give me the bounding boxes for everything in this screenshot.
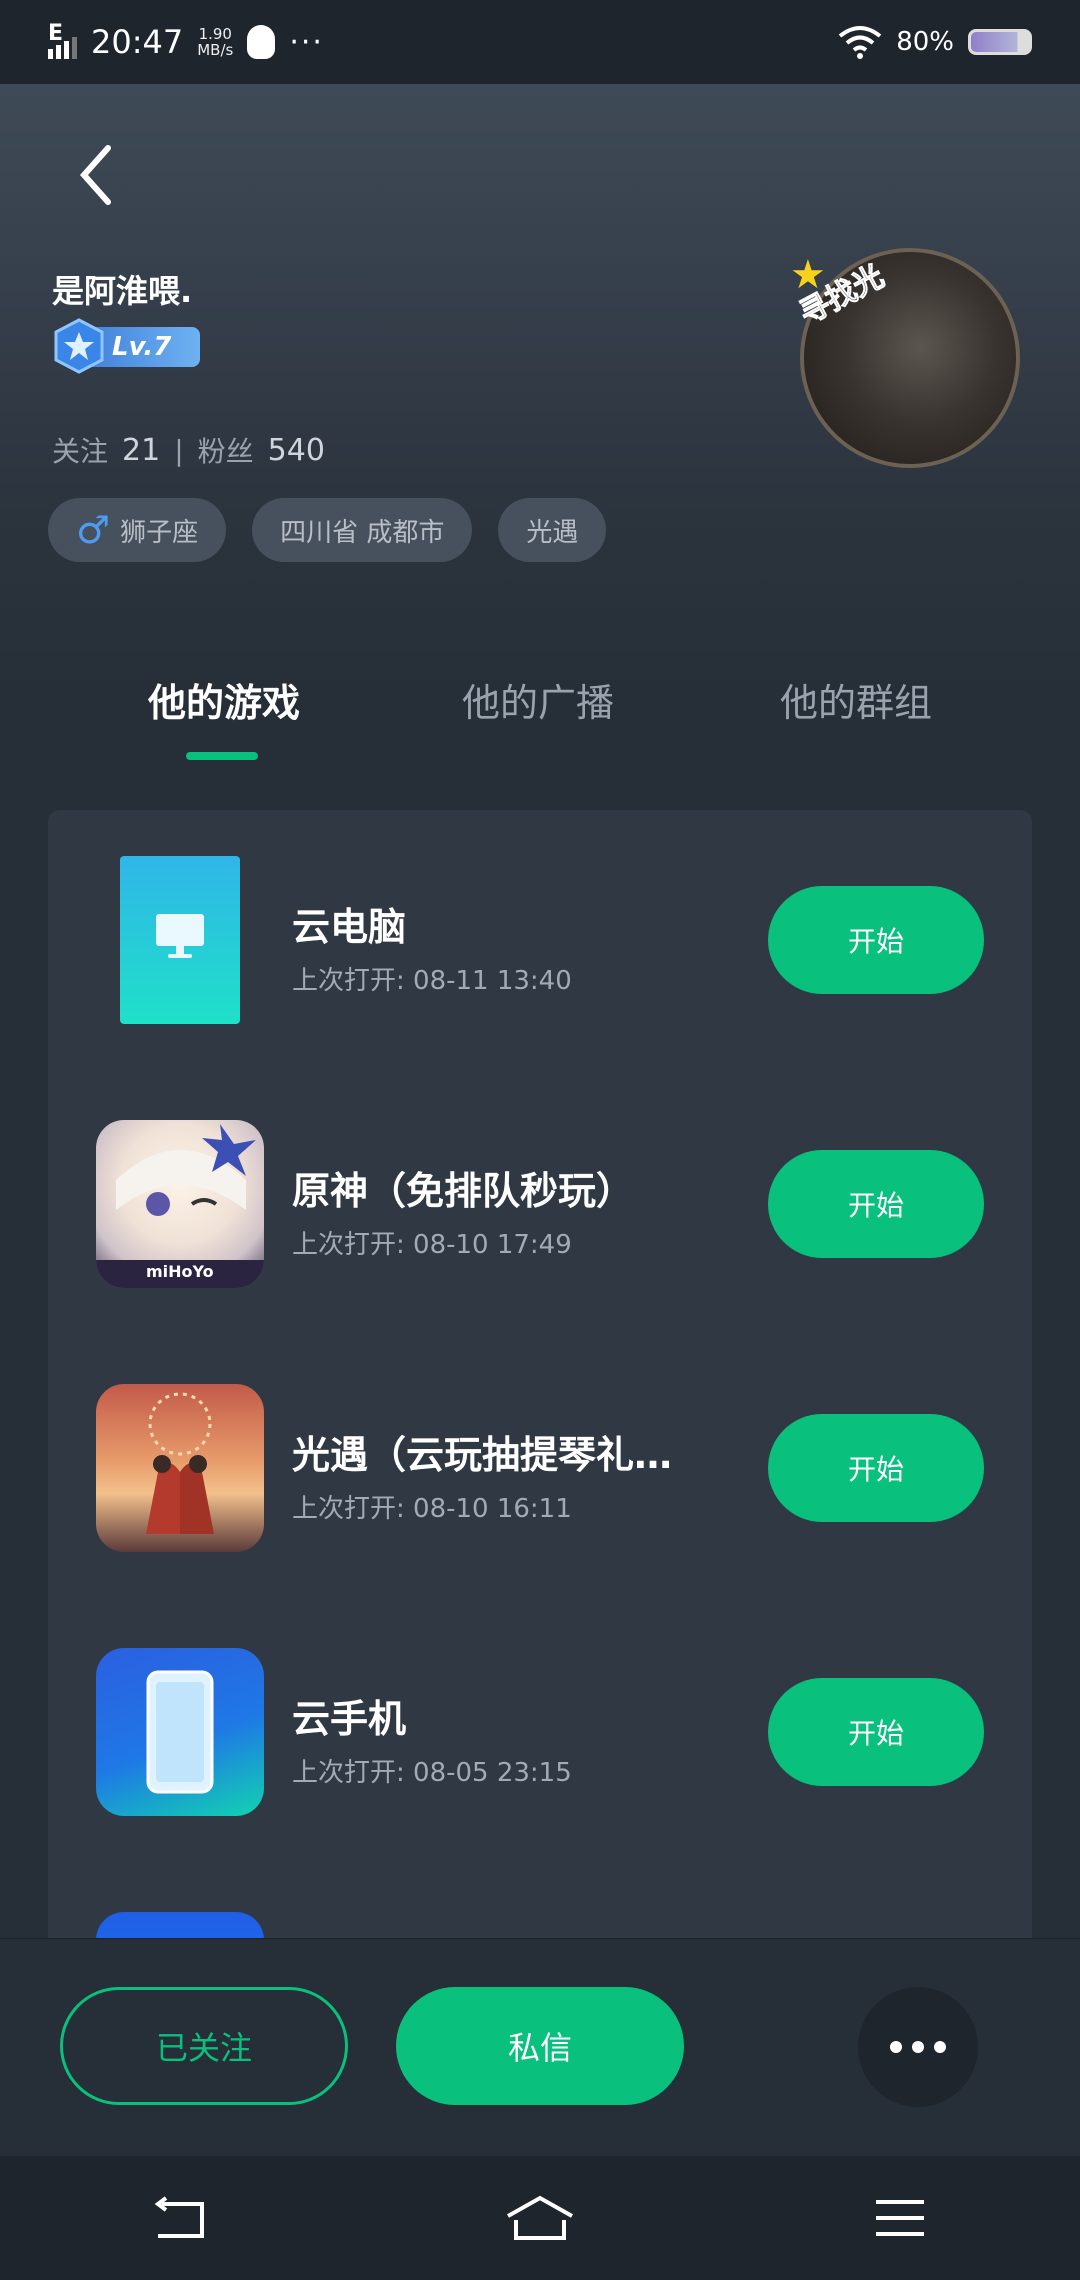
level-badge: Lv.7 <box>52 318 200 374</box>
more-options-button[interactable] <box>858 1987 978 2107</box>
notification-more-icon: ··· <box>289 24 324 60</box>
list-item[interactable] <box>48 1912 1032 1940</box>
start-button[interactable]: 开始 <box>768 886 984 994</box>
action-bar: 已关注 私信 <box>0 1938 1080 2156</box>
fans-label[interactable]: 粉丝 <box>198 430 254 470</box>
fans-count[interactable]: 540 <box>268 433 325 468</box>
battery-icon <box>968 29 1032 55</box>
battery-percent: 80% <box>896 27 954 57</box>
follow-label[interactable]: 关注 <box>52 430 108 470</box>
back-button[interactable] <box>70 140 130 210</box>
network-speed: 1.90 MB/s <box>197 26 233 58</box>
nav-home-button[interactable] <box>500 2188 580 2248</box>
return-icon <box>154 2196 204 2238</box>
tag-constellation: ♂ 狮子座 <box>48 498 227 562</box>
signal-icon: E <box>48 21 77 59</box>
menu-icon <box>876 2200 924 2236</box>
wifi-icon <box>838 26 882 59</box>
tab-groups[interactable]: 他的群组 <box>736 672 976 727</box>
start-button[interactable]: 开始 <box>768 1414 984 1522</box>
tab-indicator <box>186 752 258 760</box>
game-last-open: 上次打开: 08-10 17:49 <box>292 1230 572 1260</box>
status-bar: E 20:47 1.90 MB/s ··· 80% <box>0 0 1080 84</box>
cloud-pc-icon <box>96 856 264 1024</box>
game-name: 云手机 <box>292 1697 407 1741</box>
follow-count[interactable]: 21 <box>122 433 160 468</box>
system-nav-bar <box>0 2156 1080 2280</box>
list-item[interactable]: miHoYo 原神（免排队秒玩） 上次打开: 08-10 17:49 开始 <box>48 1120 1032 1290</box>
list-item[interactable]: 云电脑 上次打开: 08-11 13:40 开始 <box>48 856 1032 1026</box>
dot-icon <box>934 2041 946 2053</box>
game-name: 光遇（云玩抽提琴礼… <box>292 1433 673 1477</box>
tag-location: 四川省 成都市 <box>252 498 473 562</box>
dot-icon <box>912 2041 924 2053</box>
user-nickname: 是阿淮喂. <box>52 272 193 310</box>
genshin-icon: miHoYo <box>96 1120 264 1288</box>
profile-tags: ♂ 狮子座 四川省 成都市 光遇 <box>48 498 607 562</box>
tag-label: 狮子座 <box>120 517 199 548</box>
icon-brand-text: miHoYo <box>146 1262 214 1281</box>
game-last-open: 上次打开: 08-10 16:11 <box>292 1494 572 1524</box>
speed-unit: MB/s <box>197 41 234 59</box>
tag-label: 光遇 <box>526 517 579 548</box>
clock: 20:47 <box>91 23 184 61</box>
start-button[interactable]: 开始 <box>768 1678 984 1786</box>
game-last-open: 上次打开: 08-11 13:40 <box>292 966 572 996</box>
stats-separator: | <box>174 433 184 467</box>
list-item[interactable]: 云手机 上次打开: 08-05 23:15 开始 <box>48 1648 1032 1818</box>
nav-back-button[interactable] <box>140 2188 220 2248</box>
qq-icon <box>247 25 276 59</box>
game-name: 原神（免排队秒玩） <box>292 1169 635 1213</box>
dot-icon <box>890 2041 902 2053</box>
game-name: 云电脑 <box>292 905 407 949</box>
nav-menu-button[interactable] <box>860 2188 940 2248</box>
message-button[interactable]: 私信 <box>396 1987 684 2105</box>
speed-value: 1.90 <box>198 25 232 43</box>
start-button[interactable]: 开始 <box>768 1150 984 1258</box>
avatar[interactable]: ★ 寻找光 <box>790 238 1020 468</box>
star-shield-icon <box>54 318 104 374</box>
tag-label: 四川省 成都市 <box>280 517 445 548</box>
list-item[interactable]: 光遇（云玩抽提琴礼… 上次打开: 08-10 16:11 开始 <box>48 1384 1032 1554</box>
game-icon-partial <box>96 1912 264 1940</box>
tab-games[interactable]: 他的游戏 <box>104 672 344 727</box>
tab-broadcasts[interactable]: 他的广播 <box>418 672 658 727</box>
home-icon <box>507 2195 573 2240</box>
game-list: 云电脑 上次打开: 08-11 13:40 开始 miHoYo 原神（免排队秒玩… <box>48 810 1032 1940</box>
followed-button[interactable]: 已关注 <box>60 1987 348 2105</box>
profile-tabs: 他的游戏 他的广播 他的群组 <box>0 672 1080 762</box>
follow-stats: 关注 21 | 粉丝 540 <box>52 430 325 470</box>
chevron-left-icon <box>79 145 111 205</box>
game-last-open: 上次打开: 08-05 23:15 <box>292 1758 572 1788</box>
cloud-phone-icon <box>96 1648 264 1816</box>
sky-game-icon <box>96 1384 264 1552</box>
male-icon: ♂ <box>76 508 111 552</box>
tag-game: 光遇 <box>498 498 607 562</box>
network-type: E <box>48 21 64 46</box>
